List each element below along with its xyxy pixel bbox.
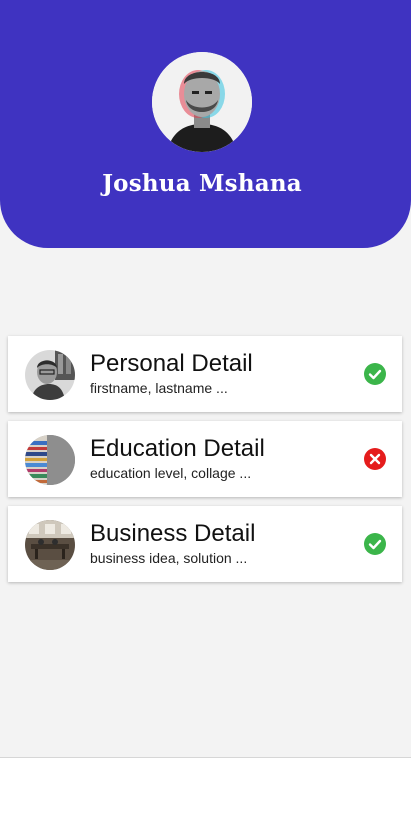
office-photo-icon xyxy=(25,520,75,570)
section-subtitle: education level, collage ... xyxy=(90,465,252,481)
check-circle-icon xyxy=(364,363,386,385)
x-circle-icon xyxy=(364,448,386,470)
section-subtitle: firstname, lastname ... xyxy=(90,380,228,396)
bottom-bar xyxy=(0,757,411,824)
section-title: Business Detail xyxy=(90,520,256,547)
section-title: Education Detail xyxy=(90,435,265,462)
profile-name: Joshua Mshana xyxy=(102,170,302,197)
check-circle-icon xyxy=(364,533,386,555)
person-photo-icon xyxy=(25,350,75,400)
person-photo-icon xyxy=(152,52,252,152)
section-subtitle: business idea, solution ... xyxy=(90,550,248,566)
section-card-business[interactable]: Business Detail business idea, solution … xyxy=(8,506,402,582)
section-thumbnail xyxy=(25,350,75,400)
books-photo-icon xyxy=(25,435,75,485)
section-card-personal[interactable]: Personal Detail firstname, lastname ... xyxy=(8,336,402,412)
profile-header: Joshua Mshana xyxy=(0,0,411,248)
profile-avatar[interactable] xyxy=(152,52,252,152)
section-title: Personal Detail xyxy=(90,350,253,377)
section-thumbnail xyxy=(25,435,75,485)
section-card-education[interactable]: Education Detail education level, collag… xyxy=(8,421,402,497)
section-thumbnail xyxy=(25,520,75,570)
